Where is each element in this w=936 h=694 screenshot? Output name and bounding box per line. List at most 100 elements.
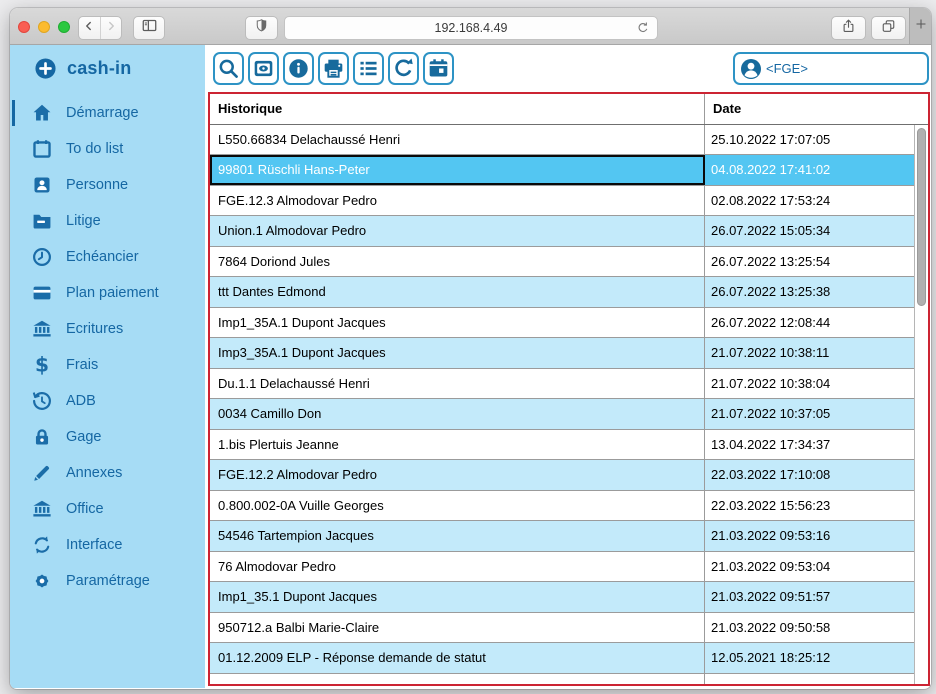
list-button[interactable] [353, 52, 384, 85]
search-button[interactable] [213, 52, 244, 85]
table-row[interactable]: Imp3_35A.1 Dupont Jacques21.07.2022 10:3… [210, 338, 915, 369]
cell-historique[interactable]: Du.1.1 Delachaussé Henri [210, 369, 705, 399]
sidebar-toggle-button[interactable] [133, 16, 165, 40]
table-row[interactable]: 7864 Doriond Jules26.07.2022 13:25:54 [210, 247, 915, 278]
table-row[interactable]: 76 Almodovar Pedro21.03.2022 09:53:04 [210, 552, 915, 583]
refresh-button[interactable] [388, 52, 419, 85]
cell-date[interactable]: 21.03.2022 09:53:16 [705, 521, 915, 551]
cell-date[interactable]: 21.07.2022 10:37:05 [705, 399, 915, 429]
minimize-window-button[interactable] [38, 21, 50, 33]
sidebar-item-interface[interactable]: Interface [10, 527, 205, 563]
dollar-icon: $ [31, 354, 53, 376]
sidebar-item-d-marrage[interactable]: Démarrage [10, 95, 205, 131]
cell-date[interactable]: 13.04.2022 17:34:37 [705, 430, 915, 460]
cell-date[interactable]: 22.03.2022 15:56:23 [705, 491, 915, 521]
sidebar-item-gage[interactable]: Gage [10, 419, 205, 455]
share-button[interactable] [831, 16, 866, 40]
table-row[interactable]: Union.1 Almodovar Pedro26.07.2022 15:05:… [210, 216, 915, 247]
table-row[interactable]: 99801 Rüschli Hans-Peter04.08.2022 17:41… [210, 155, 915, 186]
cell-date[interactable]: 21.07.2022 10:38:11 [705, 338, 915, 368]
sync-icon [31, 534, 53, 556]
table-row[interactable]: 54546 Tartempion Jacques21.03.2022 09:53… [210, 521, 915, 552]
table-row[interactable]: FGE.12.2 Almodovar Pedro22.03.2022 17:10… [210, 460, 915, 491]
cell-date[interactable]: 02.08.2022 17:53:24 [705, 186, 915, 216]
cell-date[interactable]: 22.03.2022 17:10:08 [705, 460, 915, 490]
scrollbar-thumb[interactable] [917, 128, 926, 306]
cell-date[interactable]: 21.03.2022 09:53:04 [705, 552, 915, 582]
tabs-overview-button[interactable] [871, 16, 906, 40]
sidebar-item-office[interactable]: Office [10, 491, 205, 527]
sidebar-item-label: Plan paiement [66, 285, 159, 301]
cell-historique[interactable]: Union.1 Almodovar Pedro [210, 216, 705, 246]
table-row[interactable]: 1.bis Plertuis Jeanne13.04.2022 17:34:37 [210, 430, 915, 461]
table-row[interactable]: 950712.a Balbi Marie-Claire21.03.2022 09… [210, 613, 915, 644]
clock-icon [31, 246, 53, 268]
info-button[interactable] [283, 52, 314, 85]
cell-date[interactable]: 26.07.2022 12:08:44 [705, 308, 915, 338]
close-window-button[interactable] [18, 21, 30, 33]
cell-historique[interactable]: 76 Almodovar Pedro [210, 552, 705, 582]
sidebar-item-ech-ancier[interactable]: Echéancier [10, 239, 205, 275]
sidebar-item-annexes[interactable]: Annexes [10, 455, 205, 491]
sidebar-item-param-trage[interactable]: Paramétrage [10, 563, 205, 599]
address-bar[interactable]: 192.168.4.49 [284, 16, 658, 40]
reload-button[interactable] [636, 21, 650, 35]
forward-button[interactable] [100, 17, 122, 39]
zoom-window-button[interactable] [58, 21, 70, 33]
sidebar-item-label: Paramétrage [66, 573, 150, 589]
sidebar-item-adb[interactable]: ADB [10, 383, 205, 419]
cell-historique[interactable]: ttt Dantes Edmond [210, 277, 705, 307]
table-row[interactable]: Du.1.1 Delachaussé Henri21.07.2022 10:38… [210, 369, 915, 400]
sidebar-item-ecritures[interactable]: Ecritures [10, 311, 205, 347]
table-row[interactable]: 01.12.2009 ELP - Réponse demande de stat… [210, 643, 915, 674]
table-row[interactable]: FGE.12.3 Almodovar Pedro02.08.2022 17:53… [210, 186, 915, 217]
cell-historique[interactable]: 1.bis Plertuis Jeanne [210, 430, 705, 460]
sidebar-item-frais[interactable]: $Frais [10, 347, 205, 383]
table-row[interactable]: Imp1_35A.1 Dupont Jacques26.07.2022 12:0… [210, 308, 915, 339]
table-row[interactable]: 0034 Camillo Don21.07.2022 10:37:05 [210, 399, 915, 430]
cell-date[interactable]: 21.03.2022 09:50:58 [705, 613, 915, 643]
table-row[interactable]: L550.66834 Delachaussé Henri25.10.2022 1… [210, 125, 915, 156]
cell-historique[interactable]: Imp3_35A.1 Dupont Jacques [210, 338, 705, 368]
cell-historique[interactable]: Imp1_35A.1 Dupont Jacques [210, 308, 705, 338]
cell-historique[interactable]: 54546 Tartempion Jacques [210, 521, 705, 551]
cell-date[interactable]: 21.03.2022 09:51:57 [705, 582, 915, 612]
preview-button[interactable] [248, 52, 279, 85]
table-row[interactable]: Imp1_35.1 Dupont Jacques21.03.2022 09:51… [210, 582, 915, 613]
cell-historique[interactable]: 950712.a Balbi Marie-Claire [210, 613, 705, 643]
cell-historique[interactable]: 99801 Rüschli Hans-Peter [210, 155, 705, 185]
column-header-historique[interactable]: Historique [210, 94, 705, 124]
cell-date[interactable]: 04.08.2022 17:41:02 [705, 155, 915, 185]
cell-historique[interactable]: L550.66834 Delachaussé Henri [210, 125, 705, 155]
table-row[interactable]: ttt Dantes Edmond26.07.2022 13:25:38 [210, 277, 915, 308]
cell-date[interactable]: 26.07.2022 15:05:34 [705, 216, 915, 246]
cell-historique[interactable]: FGE.12.3 Almodovar Pedro [210, 186, 705, 216]
sidebar-item-personne[interactable]: Personne [10, 167, 205, 203]
sidebar-item-litige[interactable]: Litige [10, 203, 205, 239]
calendar-icon [427, 57, 450, 80]
sidebar-item-plan-paiement[interactable]: Plan paiement [10, 275, 205, 311]
cell-date[interactable]: 12.05.2021 18:25:12 [705, 643, 915, 673]
calendar-button[interactable] [423, 52, 454, 85]
cell-historique[interactable]: 7864 Doriond Jules [210, 247, 705, 277]
cell-historique[interactable]: 0.800.002-0A Vuille Georges [210, 491, 705, 521]
table-row[interactable]: 0.800.002-0A Vuille Georges22.03.2022 15… [210, 491, 915, 522]
cell-historique[interactable]: FGE.12.2 Almodovar Pedro [210, 460, 705, 490]
new-tab-button[interactable] [909, 8, 931, 44]
info-icon [287, 57, 310, 80]
list-icon [357, 57, 380, 80]
cell-date[interactable]: 26.07.2022 13:25:38 [705, 277, 915, 307]
cell-date[interactable]: 25.10.2022 17:07:05 [705, 125, 915, 155]
print-button[interactable] [318, 52, 349, 85]
cell-date[interactable]: 21.07.2022 10:38:04 [705, 369, 915, 399]
back-button[interactable] [79, 17, 100, 39]
table-row-empty [210, 674, 915, 685]
cell-historique[interactable]: 0034 Camillo Don [210, 399, 705, 429]
privacy-shield-button[interactable] [245, 16, 278, 40]
cell-historique[interactable]: Imp1_35.1 Dupont Jacques [210, 582, 705, 612]
user-chip[interactable]: <FGE> [733, 52, 929, 85]
cell-historique[interactable]: 01.12.2009 ELP - Réponse demande de stat… [210, 643, 705, 673]
sidebar-item-to-do-list[interactable]: To do list [10, 131, 205, 167]
column-header-date[interactable]: Date [705, 94, 928, 124]
cell-date[interactable]: 26.07.2022 13:25:54 [705, 247, 915, 277]
